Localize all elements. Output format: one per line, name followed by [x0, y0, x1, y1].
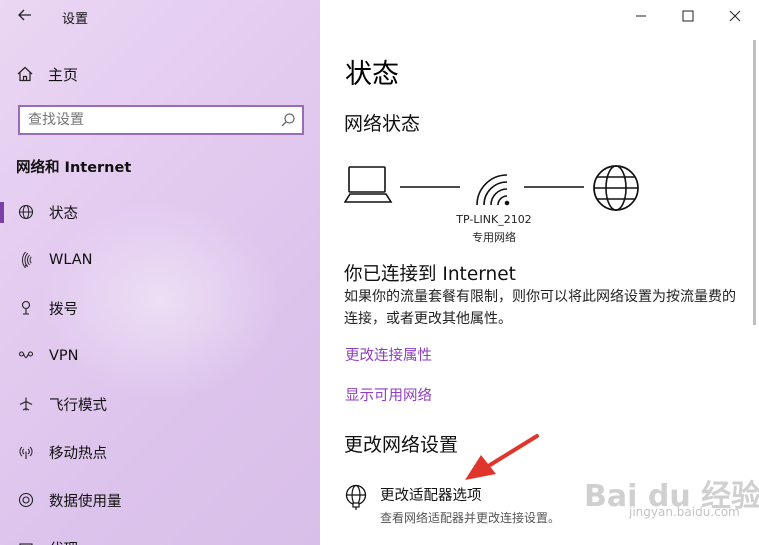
sidebar-item-label: 移动热点 [49, 445, 107, 462]
internet-globe-icon [593, 165, 639, 211]
section-title: 网络和 Internet [16, 160, 132, 176]
change-network-settings-heading: 更改网络设置 [344, 434, 459, 456]
network-name: TP-LINK_2102 [456, 213, 532, 226]
laptop-icon [344, 166, 393, 203]
search-input[interactable] [20, 107, 268, 133]
sidebar-item-label: VPN [49, 348, 79, 364]
sidebar-item-proxy[interactable]: 代理 [0, 524, 320, 545]
search-icon[interactable] [280, 112, 296, 128]
adapter-globe-icon [345, 484, 367, 510]
sidebar-item-status[interactable]: 状态 [0, 188, 320, 236]
network-type: 专用网络 [472, 231, 516, 244]
dialup-icon [17, 299, 35, 317]
data-usage-icon [17, 491, 35, 509]
sidebar-item-hotspot[interactable]: 移动热点 [0, 428, 320, 476]
home-label: 主页 [48, 65, 79, 84]
connection-description: 如果你的流量套餐有限制，则你可以将此网络设置为按流量费的连接，或者更改其他属性。 [344, 289, 736, 327]
sidebar-item-vpn[interactable]: VPN [0, 332, 320, 380]
close-button[interactable] [720, 4, 750, 28]
sidebar-item-dialup[interactable]: 拨号 [0, 284, 320, 332]
globe-status-icon [17, 203, 35, 221]
adapter-option-subtitle: 查看网络适配器并更改连接设置。 [380, 511, 561, 525]
change-connection-properties-link[interactable]: 更改连接属性 [345, 344, 432, 365]
maximize-icon [682, 10, 694, 22]
sidebar-item-label: 数据使用量 [49, 493, 122, 510]
minimize-button[interactable] [626, 4, 656, 28]
adapter-option-title: 更改适配器选项 [380, 488, 482, 504]
app-title: 设置 [62, 12, 89, 27]
sidebar-item-label: WLAN [49, 252, 93, 268]
sidebar-item-wlan[interactable]: WLAN [0, 236, 320, 284]
back-arrow-icon[interactable] [15, 7, 35, 27]
home-icon [17, 66, 33, 82]
sidebar-item-label: 状态 [49, 205, 78, 222]
show-available-networks-link[interactable]: 显示可用网络 [345, 384, 432, 405]
hotspot-icon [17, 443, 35, 461]
wifi-icon [17, 251, 35, 269]
sidebar-item-airplane[interactable]: 飞行模式 [0, 380, 320, 428]
close-icon [729, 10, 741, 22]
sidebar-item-label: 拨号 [49, 301, 78, 318]
wifi-signal-icon [476, 174, 510, 206]
change-adapter-options[interactable]: 更改适配器选项 查看网络适配器并更改连接设置。 [344, 484, 560, 526]
sidebar-item-label: 飞行模式 [49, 397, 107, 414]
scrollbar[interactable] [753, 40, 756, 325]
maximize-button[interactable] [673, 4, 703, 28]
sidebar-item-label: 代理 [49, 538, 78, 545]
proxy-icon [17, 539, 35, 545]
vpn-icon [17, 347, 35, 365]
minimize-icon [636, 15, 646, 17]
home-nav-item[interactable]: 主页 [16, 62, 78, 86]
sidebar-nav: 状态 WLAN 拨号 VPN 飞行模式 移动热点 数据使用量 [0, 188, 320, 545]
airplane-icon [17, 395, 35, 413]
sidebar: 设置 主页 网络和 Internet 状态 WLAN 拨号 [0, 0, 320, 545]
sidebar-item-data-usage[interactable]: 数据使用量 [0, 476, 320, 524]
network-status-heading: 网络状态 [344, 113, 421, 135]
page-title: 状态 [345, 59, 399, 90]
main-content: 状态 网络状态 TP-LINK_2102 专用网络 你已连接到 Internet… [320, 0, 759, 545]
search-box[interactable] [18, 105, 304, 135]
watermark-url: jingyan.baidu.com [629, 505, 740, 519]
connected-heading: 你已连接到 Internet [344, 264, 516, 285]
